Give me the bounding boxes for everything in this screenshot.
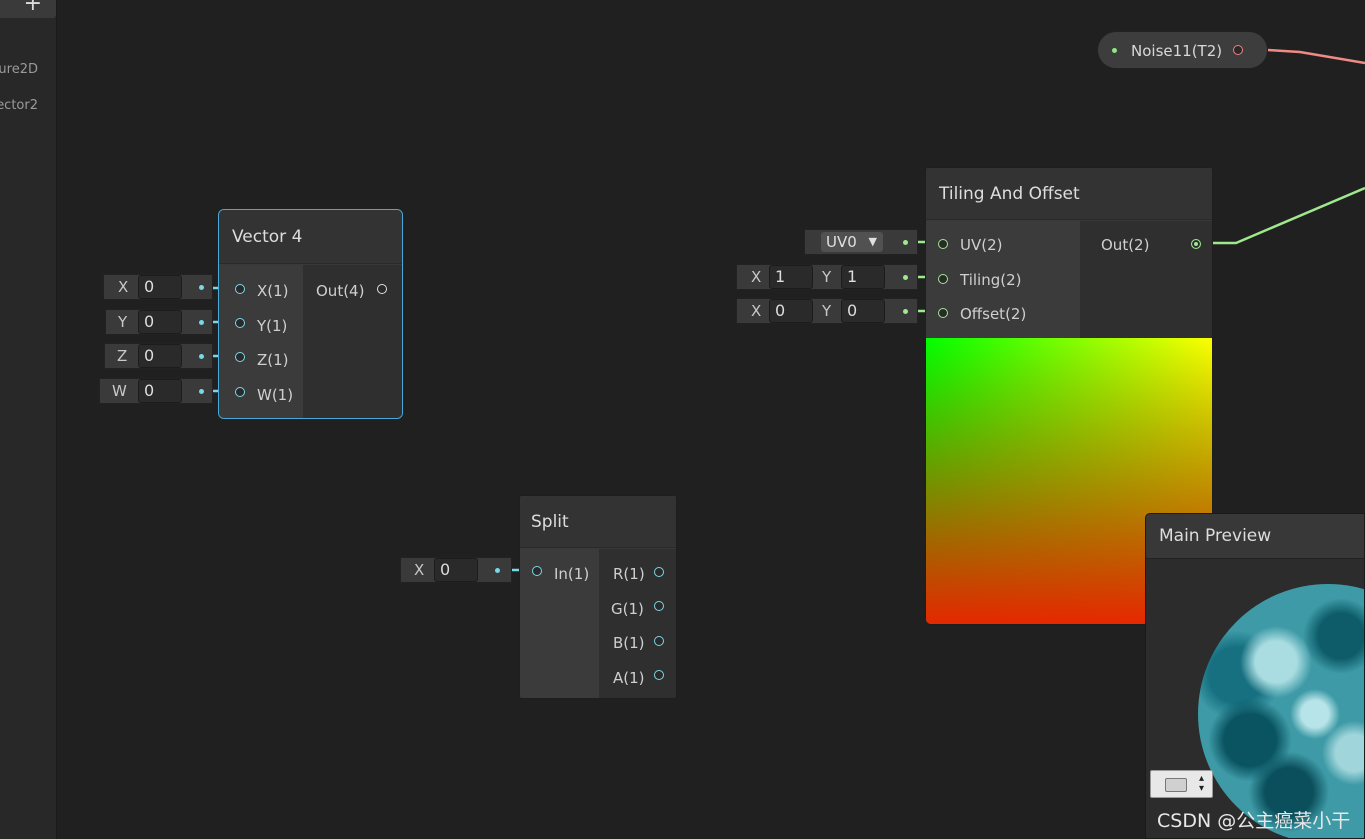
field-label: X	[118, 278, 129, 296]
output-port-b[interactable]	[654, 636, 664, 646]
noise-output-port[interactable]	[1233, 45, 1243, 55]
vector4-y-field: Y 0	[105, 309, 213, 335]
noise-output-wire	[1267, 48, 1365, 65]
vector4-z-field: Z 0	[104, 343, 213, 369]
connector-dot-icon	[903, 240, 908, 245]
split-input-field: X 0	[400, 557, 512, 583]
field-label: Y	[822, 302, 832, 320]
output-port-g[interactable]	[654, 601, 664, 611]
port-label: Offset(2)	[960, 305, 1027, 323]
connector-dot-icon	[495, 568, 500, 573]
tiling-x-input[interactable]: 1	[769, 265, 813, 289]
offset-y-input[interactable]: 0	[841, 299, 885, 323]
connector-dot-icon	[199, 320, 204, 325]
output-port-out[interactable]	[1191, 239, 1201, 249]
tiling-y-input[interactable]: 1	[841, 265, 885, 289]
noise-property-label: Noise11(T2)	[1131, 42, 1223, 60]
input-port-y[interactable]	[235, 318, 245, 328]
connector-dot-icon	[199, 354, 204, 359]
dropdown-arrows-icon: ▴ ▾	[1199, 773, 1205, 794]
preview-sphere	[1198, 584, 1364, 838]
input-port-x[interactable]	[235, 284, 245, 294]
offset-x-input[interactable]: 0	[769, 299, 813, 323]
connector-dot-icon	[903, 309, 908, 314]
port-label: Tiling(2)	[960, 271, 1022, 289]
noise-property-node[interactable]: Noise11(T2)	[1097, 31, 1268, 69]
tiling-field: X 1 Y 1	[736, 264, 918, 290]
port-label: G(1)	[611, 600, 644, 618]
watermark-text: CSDN @公主癌菜小干	[1157, 810, 1351, 832]
connector-dot-icon	[903, 275, 908, 280]
field-label: X	[751, 268, 762, 286]
field-label: X	[414, 561, 425, 579]
output-port-out[interactable]	[377, 284, 387, 294]
port-label: A(1)	[613, 669, 645, 687]
output-port-a[interactable]	[654, 670, 664, 680]
node-title[interactable]: Vector 4	[219, 210, 402, 264]
port-label: Y(1)	[257, 317, 288, 335]
port-label: X(1)	[257, 282, 289, 300]
vector4-x-field: X 0	[103, 274, 213, 300]
uv-channel-dropdown[interactable]: UV0 ▼	[821, 232, 883, 252]
node-title[interactable]: Tiling And Offset	[926, 168, 1212, 220]
vector4-w-field: W 0	[99, 378, 213, 404]
field-label: Y	[822, 268, 832, 286]
vector4-y-input[interactable]: 0	[138, 310, 182, 334]
vector4-w-input[interactable]: 0	[138, 379, 182, 403]
main-preview-title[interactable]: Main Preview	[1146, 514, 1364, 559]
uv-field: UV0 ▼	[804, 229, 918, 255]
vector4-z-input[interactable]: 0	[138, 344, 182, 368]
input-port-in[interactable]	[532, 566, 542, 576]
tiling-output-wire	[1200, 186, 1365, 245]
chevron-down-icon: ▼	[868, 235, 877, 248]
node-title[interactable]: Split	[520, 496, 676, 548]
connector-dot-icon	[199, 389, 204, 394]
uv-dropdown-value: UV0	[826, 233, 857, 251]
input-port-offset[interactable]	[938, 308, 948, 318]
port-label: W(1)	[257, 386, 294, 404]
field-label: X	[751, 302, 762, 320]
output-port-r[interactable]	[654, 567, 664, 577]
vector4-node[interactable]: Vector 4 X(1) Y(1) Z(1) W(1) Out(4)	[218, 209, 403, 419]
property-dot-icon	[1112, 48, 1117, 53]
port-label: Out(4)	[316, 282, 365, 300]
port-label: Z(1)	[257, 351, 289, 369]
input-port-uv[interactable]	[938, 239, 948, 249]
port-label: Out(2)	[1101, 236, 1150, 254]
field-label: W	[112, 382, 127, 400]
split-x-input[interactable]: 0	[434, 558, 478, 582]
port-label: R(1)	[613, 565, 645, 583]
port-label: UV(2)	[960, 236, 1003, 254]
input-port-tiling[interactable]	[938, 274, 948, 284]
port-label: B(1)	[613, 634, 645, 652]
split-node[interactable]: Split In(1) R(1) G(1) B(1) A(1)	[519, 495, 677, 699]
port-label: In(1)	[554, 565, 590, 583]
preview-mesh-dropdown[interactable]: ▴ ▾	[1150, 770, 1213, 798]
connector-dot-icon	[199, 285, 204, 290]
keyboard-icon	[1165, 778, 1187, 792]
offset-field: X 0 Y 0	[736, 298, 918, 324]
field-label: Y	[118, 313, 128, 331]
main-preview-window[interactable]: Main Preview ▴ ▾	[1145, 513, 1365, 839]
input-port-w[interactable]	[235, 387, 245, 397]
vector4-x-input[interactable]: 0	[138, 275, 182, 299]
field-label: Z	[117, 347, 128, 365]
input-port-z[interactable]	[235, 352, 245, 362]
